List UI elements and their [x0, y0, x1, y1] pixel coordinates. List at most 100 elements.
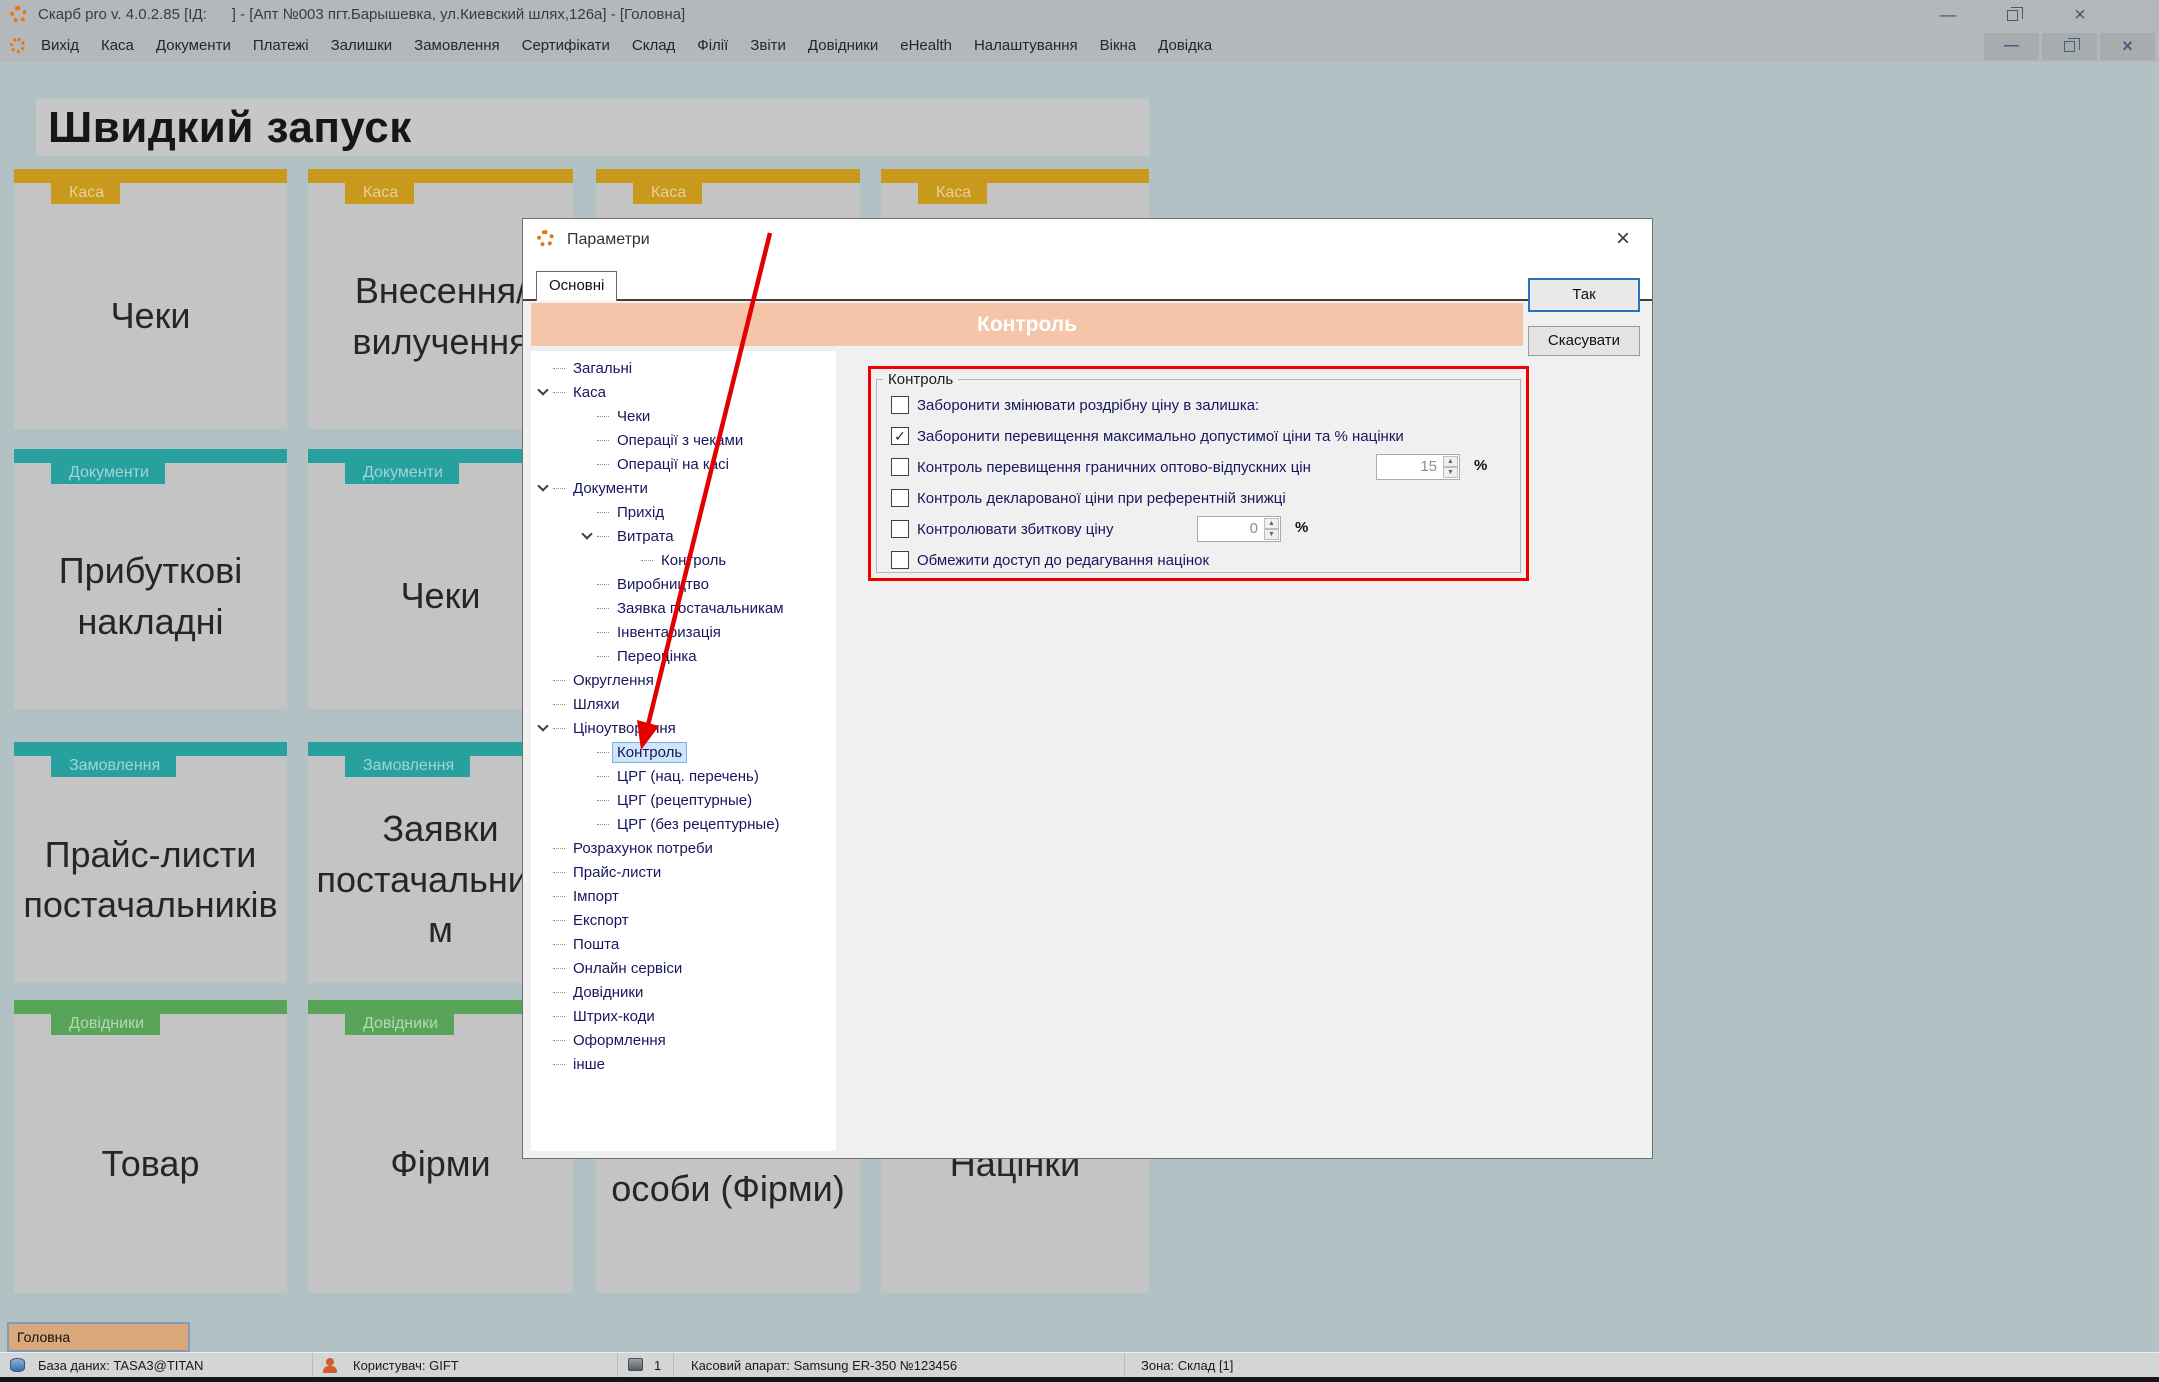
tree-item[interactable]: Розрахунок потреби	[531, 836, 836, 860]
checkbox-row: Контроль перевищення граничних оптово-ві…	[891, 455, 1311, 479]
tree-item[interactable]: Пошта	[531, 932, 836, 956]
menu-item-6[interactable]: Замовлення	[403, 30, 510, 62]
tree-item[interactable]: ЦРГ (рецептурные)	[531, 788, 836, 812]
checkbox[interactable]	[891, 458, 909, 476]
tree-item[interactable]: ЦРГ (нац. перечень)	[531, 764, 836, 788]
spinner-input[interactable]: 0▲▼	[1197, 516, 1281, 542]
tile[interactable]: ДовідникиТовар	[14, 1000, 287, 1293]
tile-category: Документи	[345, 463, 459, 484]
app-logo-icon	[10, 38, 25, 53]
menu-item-15[interactable]: Довідка	[1147, 30, 1223, 62]
tree-item[interactable]: Інвентаризація	[531, 620, 836, 644]
tab-osnovni[interactable]: Основні	[536, 271, 617, 301]
menu-item-4[interactable]: Платежі	[242, 30, 320, 62]
tile-category-bar	[14, 1000, 287, 1014]
window-close-button[interactable]: ×	[2051, 0, 2109, 30]
tree-item[interactable]: Контроль	[531, 740, 836, 764]
tree-item[interactable]: Експорт	[531, 908, 836, 932]
tree-item[interactable]: Документи	[531, 476, 836, 500]
tree-item-label: Округлення	[569, 671, 658, 690]
tree-connector	[553, 848, 565, 849]
tree-connector	[553, 1016, 565, 1017]
tree-item[interactable]: Контроль	[531, 548, 836, 572]
menu-item-11[interactable]: Довідники	[797, 30, 889, 62]
tree-item-label: Операції на касі	[613, 455, 733, 474]
checkbox[interactable]	[891, 396, 909, 414]
tree-item[interactable]: Ціноутворення	[531, 716, 836, 740]
tree-item[interactable]: Виробництво	[531, 572, 836, 596]
window-minimize-button[interactable]: —	[1919, 0, 1977, 30]
menu-item-7[interactable]: Сертифікати	[511, 30, 621, 62]
menu-item-14[interactable]: Вікна	[1089, 30, 1148, 62]
checkbox[interactable]	[891, 551, 909, 569]
tile-category: Замовлення	[345, 756, 470, 777]
checkbox-label: Заборонити змінювати роздрібну ціну в за…	[917, 397, 1259, 414]
tree-item[interactable]: Довідники	[531, 980, 836, 1004]
menu-item-12[interactable]: eHealth	[889, 30, 963, 62]
window-restore-button[interactable]	[1983, 0, 2041, 30]
tree-item[interactable]: Імпорт	[531, 884, 836, 908]
tree-item[interactable]: Витрата	[531, 524, 836, 548]
tree-item[interactable]: Переоцінка	[531, 644, 836, 668]
spinner-down-icon[interactable]: ▼	[1443, 467, 1458, 478]
status-text: Касовий апарат: Samsung ER-350 №123456	[691, 1353, 957, 1378]
tree-item[interactable]: Округлення	[531, 668, 836, 692]
tree-item[interactable]: Шляхи	[531, 692, 836, 716]
menu-item-13[interactable]: Налаштування	[963, 30, 1089, 62]
tree-item[interactable]: Загальні	[531, 356, 836, 380]
tree-item-label: Операції з чеками	[613, 431, 747, 450]
checkbox[interactable]: ✓	[891, 427, 909, 445]
mdi-restore-button[interactable]	[2042, 33, 2097, 60]
tree-item[interactable]: Чеки	[531, 404, 836, 428]
ok-button[interactable]: Так	[1528, 278, 1640, 312]
menu-item-2[interactable]: Каса	[90, 30, 145, 62]
tile[interactable]: ДокументиПрибуткові накладні	[14, 449, 287, 709]
menu-item-3[interactable]: Документи	[145, 30, 242, 62]
tile-category: Каса	[345, 183, 414, 204]
tree-item[interactable]: інше	[531, 1052, 836, 1076]
checkbox[interactable]	[891, 489, 909, 507]
tree-item[interactable]: Прихід	[531, 500, 836, 524]
page-title: Швидкий запуск	[36, 99, 1149, 156]
tree-item[interactable]: Операції на касі	[531, 452, 836, 476]
tree-connector	[597, 632, 609, 633]
menu-item-9[interactable]: Філії	[686, 30, 739, 62]
percent-label: %	[1474, 457, 1487, 474]
checkbox-row: ✓Заборонити перевищення максимально допу…	[891, 424, 1404, 448]
tree-item[interactable]: Прайс-листи	[531, 860, 836, 884]
cancel-button[interactable]: Скасувати	[1528, 326, 1640, 356]
quick-launch-banner: Швидкий запуск	[36, 99, 1149, 156]
tree-item[interactable]: Онлайн сервіси	[531, 956, 836, 980]
tree-connector	[553, 1064, 565, 1065]
menu-item-8[interactable]: Склад	[621, 30, 686, 62]
menu-item-5[interactable]: Залишки	[320, 30, 404, 62]
tile-category: Довідники	[51, 1014, 160, 1035]
tree-item-label: Розрахунок потреби	[569, 839, 717, 858]
chevron-down-icon	[537, 720, 548, 731]
tree-item[interactable]: ЦРГ (без рецептурные)	[531, 812, 836, 836]
dialog-close-button[interactable]: ×	[1606, 219, 1640, 261]
tile[interactable]: ЗамовленняПрайс-листи постачальників	[14, 742, 287, 983]
tree-item[interactable]: Заявка постачальникам	[531, 596, 836, 620]
checkbox[interactable]	[891, 520, 909, 538]
tree-item-label: Ціноутворення	[569, 719, 680, 738]
tree-connector	[553, 944, 565, 945]
tile[interactable]: КасаЧеки	[14, 169, 287, 429]
tree-item[interactable]: Каса	[531, 380, 836, 404]
tile-category-bar	[881, 169, 1149, 183]
status-segment: 1	[617, 1353, 673, 1378]
tree-item[interactable]: Штрих-коди	[531, 1004, 836, 1028]
tree-item[interactable]: Оформлення	[531, 1028, 836, 1052]
tree-item[interactable]: Операції з чеками	[531, 428, 836, 452]
mdi-minimize-button[interactable]: —	[1984, 33, 2039, 60]
application-window: Скарб pro v. 4.0.2.85 [ІД: ] - [Апт №003…	[0, 0, 2159, 1382]
spinner-up-icon[interactable]: ▲	[1264, 518, 1279, 529]
menu-item-10[interactable]: Звіти	[739, 30, 797, 62]
menu-item-1[interactable]: Вихід	[30, 30, 90, 62]
home-tab[interactable]: Головна	[7, 1322, 190, 1352]
spinner-input[interactable]: 15▲▼	[1376, 454, 1460, 480]
spinner-down-icon[interactable]: ▼	[1264, 529, 1279, 540]
spinner-up-icon[interactable]: ▲	[1443, 456, 1458, 467]
mdi-close-button[interactable]: ×	[2100, 33, 2155, 60]
app-logo-icon	[537, 230, 554, 247]
